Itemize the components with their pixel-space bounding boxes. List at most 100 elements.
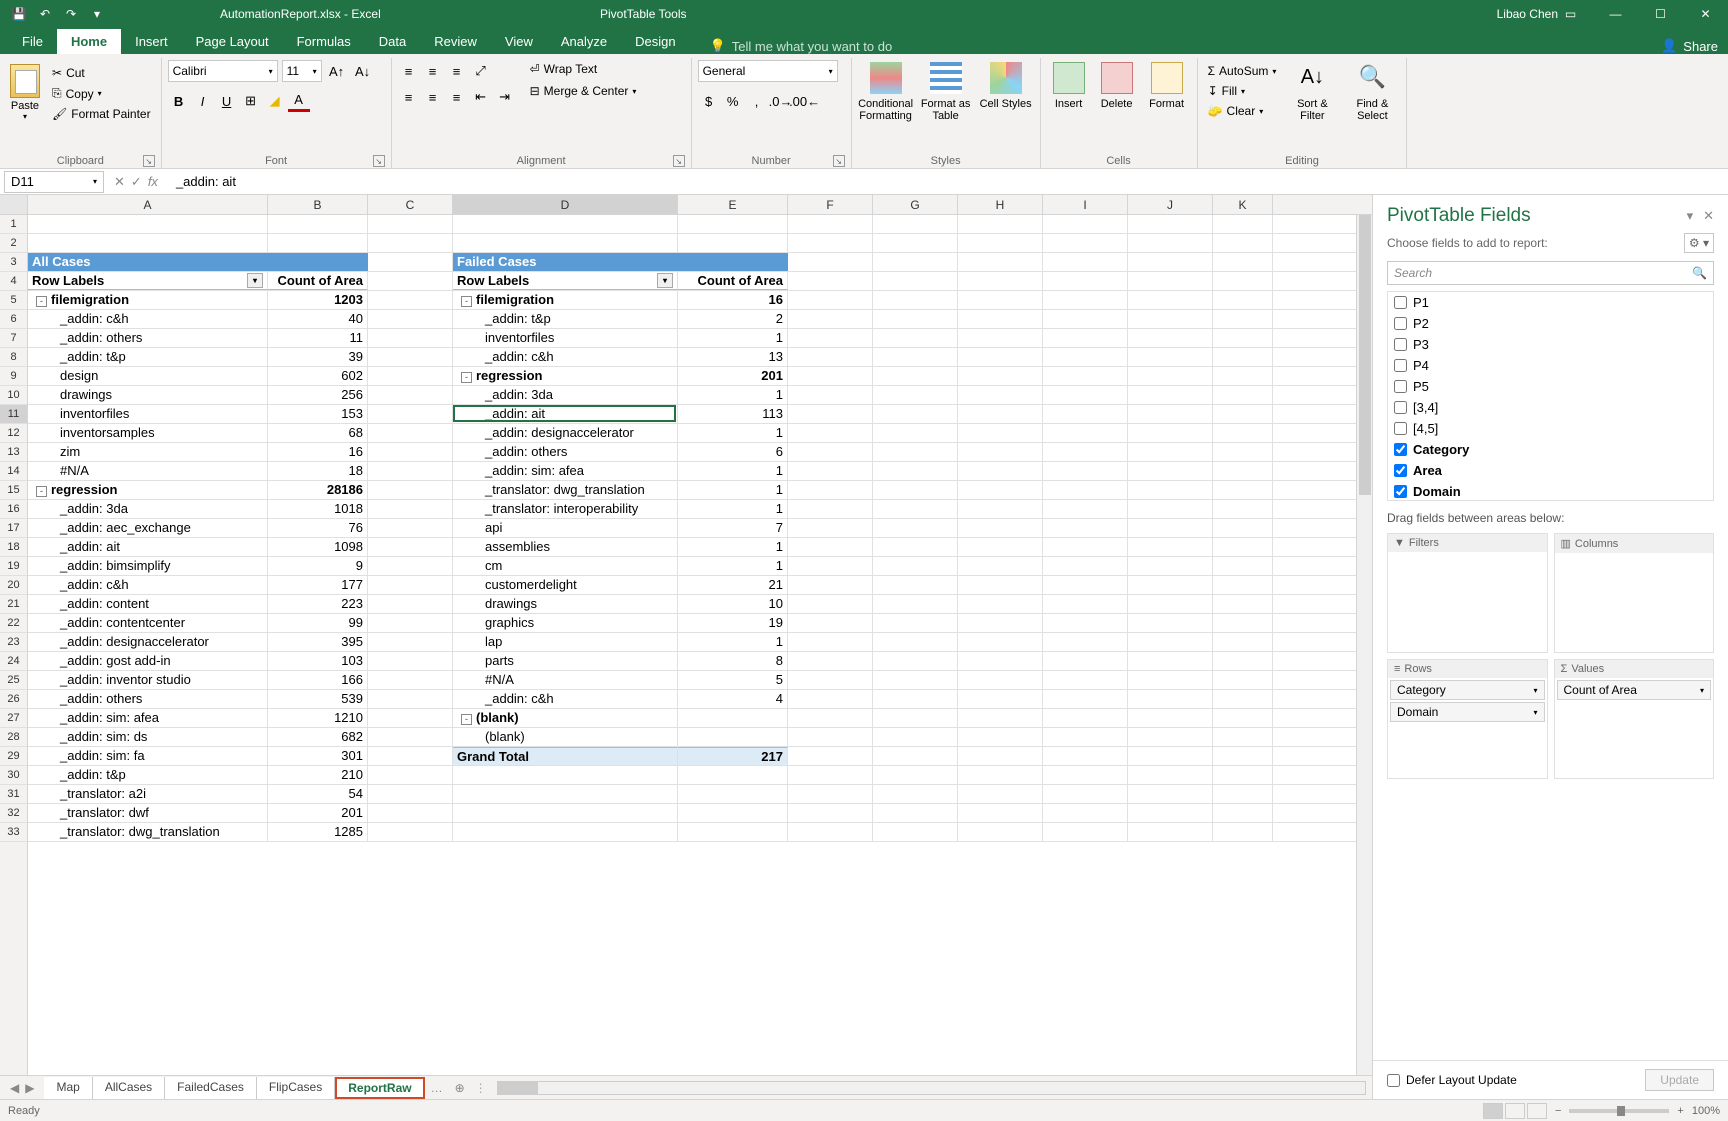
cell[interactable] [1043,272,1128,290]
cell[interactable] [1043,424,1128,442]
cell[interactable] [873,272,958,290]
cell[interactable] [788,272,873,290]
cell[interactable]: 1 [678,500,788,518]
column-header[interactable]: C [368,195,453,214]
cell[interactable] [788,519,873,537]
cell[interactable] [958,329,1043,347]
cell[interactable] [958,253,1043,271]
format-painter-button[interactable]: 🖌Format Painter [48,105,155,123]
cell[interactable] [788,614,873,632]
cell[interactable]: _addin: sim: ds [28,728,268,746]
alignment-launcher-icon[interactable]: ↘ [673,155,685,167]
cell[interactable] [1128,386,1213,404]
row-header[interactable]: 12 [0,424,27,443]
page-layout-view-icon[interactable] [1505,1103,1525,1119]
font-launcher-icon[interactable]: ↘ [373,155,385,167]
cell[interactable] [958,519,1043,537]
field-item[interactable]: Category [1388,439,1713,460]
cell[interactable] [1213,557,1273,575]
cell[interactable] [678,253,788,271]
cell[interactable] [1128,652,1213,670]
tell-me-search[interactable]: 💡 Tell me what you want to do [710,38,893,54]
cell[interactable] [1213,652,1273,670]
font-family-combo[interactable]: Calibri▾ [168,60,278,82]
field-item[interactable]: Area [1388,460,1713,481]
cell[interactable] [788,348,873,366]
cell[interactable] [958,595,1043,613]
cell[interactable] [788,329,873,347]
cell[interactable]: _addin: others [453,443,678,461]
number-launcher-icon[interactable]: ↘ [833,155,845,167]
cell[interactable]: _addin: sim: fa [28,747,268,765]
field-checkbox[interactable] [1394,464,1407,477]
zoom-in-icon[interactable]: + [1677,1105,1683,1117]
number-format-combo[interactable]: General▾ [698,60,838,82]
cell[interactable] [873,633,958,651]
row-header[interactable]: 15 [0,481,27,500]
cell[interactable] [788,386,873,404]
cell[interactable] [873,310,958,328]
cell[interactable] [1128,709,1213,727]
cell[interactable]: 5 [678,671,788,689]
tab-analyze[interactable]: Analyze [547,29,621,54]
cell[interactable] [958,557,1043,575]
cell[interactable]: design [28,367,268,385]
undo-icon[interactable]: ↶ [36,5,54,23]
cell[interactable]: Grand Total [453,747,678,765]
field-item[interactable]: P2 [1388,313,1713,334]
cell[interactable]: 16 [268,443,368,461]
cell[interactable]: 201 [268,804,368,822]
row-header[interactable]: 13 [0,443,27,462]
cell[interactable] [958,215,1043,233]
cell[interactable]: 1 [678,557,788,575]
copy-button[interactable]: ⎘Copy ▾ [48,84,155,103]
ribbon-display-icon[interactable]: ▭ [1548,0,1593,28]
cell[interactable] [1043,519,1128,537]
insert-cells-button[interactable]: Insert [1047,60,1091,153]
cell[interactable] [1128,766,1213,784]
cell[interactable]: 1 [678,386,788,404]
cell[interactable] [1128,785,1213,803]
cut-button[interactable]: ✂Cut [48,64,155,82]
cell[interactable] [788,538,873,556]
cell[interactable] [873,652,958,670]
cell[interactable] [453,234,678,252]
row-header[interactable]: 17 [0,519,27,538]
cell[interactable] [1213,576,1273,594]
cell[interactable] [958,500,1043,518]
row-header[interactable]: 24 [0,652,27,671]
cell[interactable] [368,652,453,670]
cell[interactable] [1043,291,1128,309]
cell[interactable]: 13 [678,348,788,366]
share-button[interactable]: 👤 Share [1661,38,1718,54]
row-header[interactable]: 3 [0,253,27,272]
cell[interactable]: zim [28,443,268,461]
cell[interactable] [1128,443,1213,461]
cell[interactable] [788,747,873,765]
cell[interactable] [368,519,453,537]
column-header[interactable]: J [1128,195,1213,214]
field-checkbox[interactable] [1394,317,1407,330]
confirm-formula-icon[interactable]: ✓ [131,174,142,190]
cell[interactable] [873,557,958,575]
column-header[interactable]: K [1213,195,1273,214]
column-header[interactable]: H [958,195,1043,214]
cell[interactable]: 201 [678,367,788,385]
cell[interactable]: _addin: c&h [453,348,678,366]
cell[interactable] [1043,709,1128,727]
cell[interactable] [1043,804,1128,822]
cell[interactable] [368,614,453,632]
tab-home[interactable]: Home [57,29,121,54]
zoom-out-icon[interactable]: − [1555,1105,1561,1117]
defer-checkbox-input[interactable] [1387,1074,1400,1087]
cell[interactable]: #N/A [28,462,268,480]
row-header[interactable]: 26 [0,690,27,709]
cell[interactable] [958,747,1043,765]
minimize-icon[interactable]: — [1593,0,1638,28]
cell[interactable]: cm [453,557,678,575]
cell[interactable] [958,652,1043,670]
chevron-down-icon[interactable]: ▾ [1700,686,1704,695]
cell[interactable] [1043,481,1128,499]
cell[interactable]: parts [453,652,678,670]
cell[interactable] [1213,481,1273,499]
